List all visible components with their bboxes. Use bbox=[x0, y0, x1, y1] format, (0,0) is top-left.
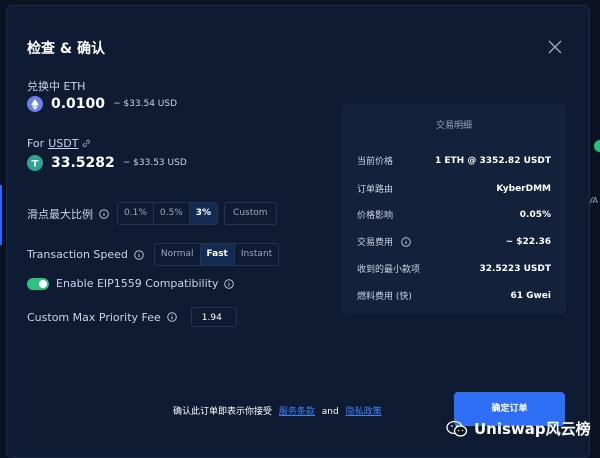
priority-fee-label: Custom Max Priority Fee bbox=[27, 310, 161, 324]
slippage-options: 0.1% 0.5% 3% bbox=[117, 202, 219, 225]
detail-value: 0.05% bbox=[519, 209, 551, 220]
speed-option-normal[interactable]: Normal bbox=[155, 244, 201, 265]
wechat-icon bbox=[446, 420, 468, 437]
watermark-text: Uniswap风云榜 bbox=[474, 420, 591, 438]
detail-value: 1 ETH @ 3352.82 USDT bbox=[434, 155, 551, 166]
slippage-custom-button[interactable]: Custom bbox=[224, 202, 277, 225]
from-amount: 0.0100 bbox=[51, 96, 106, 112]
to-usd-value: ~ $33.53 USD bbox=[122, 158, 187, 168]
info-icon[interactable] bbox=[224, 278, 235, 289]
detail-key: 价格影响 bbox=[357, 211, 394, 221]
detail-value: KyberDMM bbox=[496, 183, 551, 194]
info-icon[interactable] bbox=[99, 208, 109, 219]
detail-row: 当前价格 1 ETH @ 3352.82 USDT bbox=[357, 154, 551, 168]
review-confirm-modal: 检查 & 确认 兑换中 ETH 0.0100 ~ $33.54 USD For … bbox=[6, 5, 590, 458]
speed-option-instant[interactable]: Instant bbox=[235, 244, 278, 265]
to-prefix: For bbox=[27, 137, 45, 150]
from-token-row: 0.0100 ~ $33.54 USD bbox=[27, 96, 177, 112]
close-button[interactable] bbox=[547, 39, 563, 55]
detail-row: 价格影响 0.05% bbox=[357, 208, 551, 222]
terms-footer: 确认此订单即表示你接受 服务条款 and 隐私政策 bbox=[173, 404, 386, 417]
slippage-option-0-1[interactable]: 0.1% bbox=[118, 203, 154, 224]
detail-key: 当前价格 bbox=[357, 157, 394, 167]
priority-fee-input[interactable]: 1.94 bbox=[190, 307, 237, 327]
detail-row: 收到的最小款项 32.5223 USDT bbox=[357, 262, 551, 276]
watermark: Uniswap风云榜 bbox=[446, 418, 591, 439]
terms-of-service-link[interactable]: 服务条款 bbox=[279, 407, 315, 417]
eip1559-toggle[interactable] bbox=[27, 277, 49, 290]
detail-value: 32.5223 USDT bbox=[479, 263, 551, 274]
usdt-icon bbox=[27, 155, 43, 171]
eth-icon bbox=[27, 96, 43, 112]
link-icon[interactable] bbox=[82, 139, 91, 148]
priority-fee-row: Custom Max Priority Fee 1.94 bbox=[27, 307, 237, 327]
background-token-icon-partial bbox=[594, 140, 600, 152]
slippage-row: 滑点最大比例 0.1% 0.5% 3% Custom bbox=[27, 202, 277, 225]
info-icon[interactable] bbox=[134, 249, 144, 260]
detail-value: ~ $22.36 bbox=[505, 236, 551, 247]
detail-value: 61 Gwei bbox=[510, 290, 551, 301]
to-token-row: 33.5282 ~ $33.53 USD bbox=[27, 155, 187, 171]
transaction-details-panel: 交易明细 当前价格 1 ETH @ 3352.82 USDT 订单路由 Kybe… bbox=[342, 104, 566, 314]
from-label: 兑换中 ETH bbox=[27, 80, 86, 93]
slippage-label: 滑点最大比例 bbox=[27, 207, 93, 221]
detail-row: 燃料费用 (快) 61 Gwei bbox=[357, 289, 551, 303]
detail-row: 交易费用 ~ $22.36 bbox=[357, 235, 551, 249]
detail-key: 燃料费用 (快) bbox=[357, 292, 412, 302]
transaction-speed-label: Transaction Speed bbox=[27, 248, 128, 261]
info-icon[interactable] bbox=[401, 236, 411, 247]
toggle-knob bbox=[39, 279, 47, 288]
detail-key-with-info: 交易费用 bbox=[357, 235, 411, 248]
transaction-speed-row: Transaction Speed Normal Fast Instant bbox=[27, 243, 280, 266]
slippage-option-0-5[interactable]: 0.5% bbox=[154, 203, 190, 224]
close-icon bbox=[548, 40, 562, 54]
to-label: For USDT bbox=[27, 137, 91, 150]
eip1559-label: Enable EIP1559 Compatibility bbox=[56, 277, 219, 290]
info-icon[interactable] bbox=[167, 312, 177, 322]
detail-row: 订单路由 KyberDMM bbox=[357, 182, 551, 196]
terms-and: and bbox=[321, 407, 339, 417]
detail-key: 订单路由 bbox=[357, 185, 394, 195]
eip1559-row: Enable EIP1559 Compatibility bbox=[27, 277, 235, 290]
from-usd-value: ~ $33.54 USD bbox=[113, 99, 178, 109]
speed-options: Normal Fast Instant bbox=[153, 243, 280, 266]
detail-key: 收到的最小款项 bbox=[357, 265, 421, 275]
page-left-edge-accent bbox=[0, 185, 2, 245]
speed-option-fast[interactable]: Fast bbox=[200, 244, 235, 265]
to-amount: 33.5282 bbox=[51, 155, 115, 171]
terms-text: 确认此订单即表示你接受 bbox=[173, 407, 273, 417]
detail-key: 交易费用 bbox=[357, 238, 394, 248]
slippage-option-3[interactable]: 3% bbox=[189, 203, 218, 224]
modal-title: 检查 & 确认 bbox=[27, 41, 105, 57]
privacy-policy-link[interactable]: 隐私政策 bbox=[346, 407, 382, 417]
details-title: 交易明细 bbox=[435, 121, 472, 131]
to-token-link[interactable]: USDT bbox=[48, 137, 78, 150]
